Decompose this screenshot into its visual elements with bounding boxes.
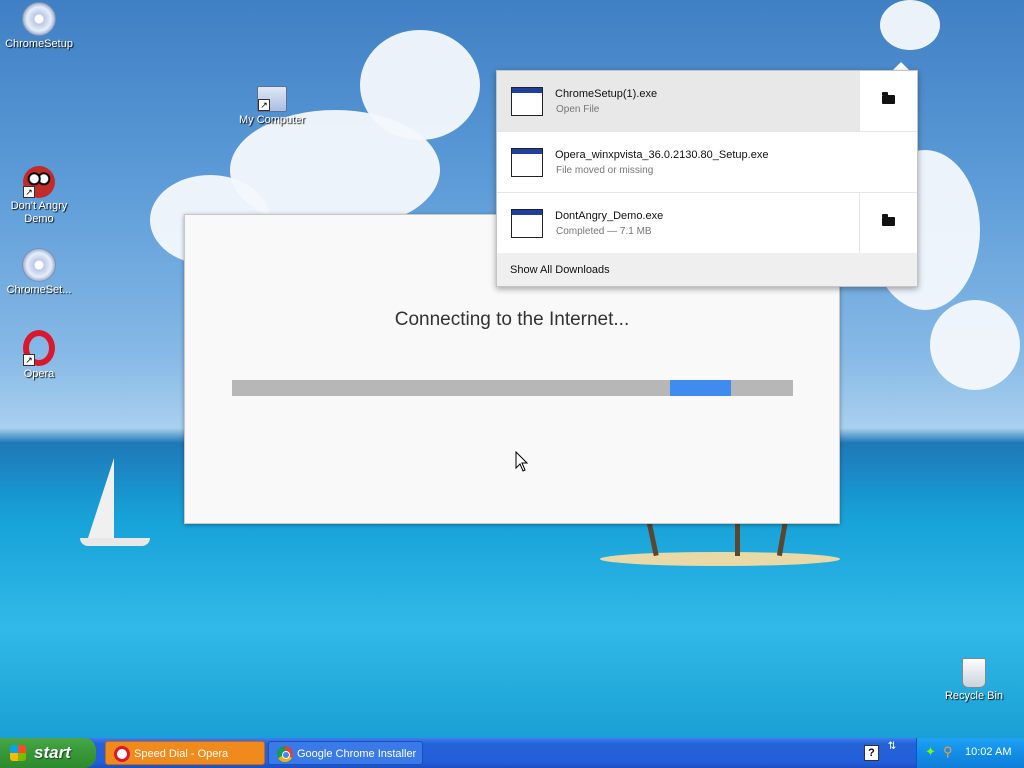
system-tray: ✦ ⚲ 10:02 AM xyxy=(916,738,1024,768)
executable-file-icon xyxy=(511,148,543,177)
desktop-icon-chromesetup[interactable]: ChromeSetup xyxy=(0,2,78,51)
folder-icon xyxy=(882,92,895,104)
desktop[interactable]: ChromeSetup ↗ My Computer ↗ Don't Angry … xyxy=(0,0,1024,738)
download-status: Open File xyxy=(556,104,600,115)
installer-cd-icon xyxy=(22,2,56,36)
desktop-icon-label: ChromeSetup xyxy=(5,38,73,50)
download-filename: ChromeSetup(1).exe xyxy=(555,88,658,100)
desktop-icon-label: Recycle Bin xyxy=(944,690,1004,702)
desktop-icon-opera[interactable]: ↗ Opera xyxy=(0,330,78,381)
executable-file-icon xyxy=(511,209,543,238)
desktop-icon-label: ChromeSet... xyxy=(6,284,72,296)
wallpaper-sailboat xyxy=(88,458,114,538)
desktop-icon-recycle-bin[interactable]: Recycle Bin xyxy=(935,658,1013,703)
shortcut-arrow-icon: ↗ xyxy=(23,354,35,366)
desktop-icon-label: My Computer xyxy=(238,114,306,126)
wallpaper-cloud xyxy=(880,0,940,50)
help-icon[interactable]: ? xyxy=(864,745,879,761)
download-item-open-area[interactable]: Opera_winxpvista_36.0.2130.80_Setup.exe … xyxy=(497,132,917,192)
recycle-bin-icon xyxy=(962,658,986,688)
installer-progress-bar xyxy=(232,380,793,396)
taskbar-button-chrome-installer[interactable]: Google Chrome Installer xyxy=(268,741,423,765)
folder-icon xyxy=(882,214,895,226)
language-bar-icon[interactable]: ⇅ xyxy=(885,742,899,762)
wallpaper-cloud xyxy=(930,300,1020,390)
downloads-panel: ChromeSetup(1).exe Open File Opera_winxp… xyxy=(496,70,918,287)
download-item[interactable]: Opera_winxpvista_36.0.2130.80_Setup.exe … xyxy=(497,132,917,193)
desktop-icon-dont-angry-demo[interactable]: ↗ Don't Angry Demo xyxy=(0,166,78,226)
taskbar-button-label: Speed Dial - Opera xyxy=(134,748,229,760)
download-filename: Opera_winxpvista_36.0.2130.80_Setup.exe xyxy=(555,149,769,161)
desktop-icon-my-computer[interactable]: ↗ My Computer xyxy=(233,86,311,127)
wallpaper-sailboat-hull xyxy=(80,538,150,546)
executable-file-icon xyxy=(511,87,543,116)
chrome-icon xyxy=(277,746,293,762)
start-button[interactable]: start xyxy=(0,738,96,768)
opera-icon xyxy=(114,746,130,762)
installer-status-message: Connecting to the Internet... xyxy=(394,309,630,330)
download-status: File moved or missing xyxy=(556,165,654,176)
taskbar: start Speed Dial - Opera Google Chrome I… xyxy=(0,738,1024,768)
installer-progress-indicator xyxy=(670,380,731,396)
desktop-icon-chromesetup-2[interactable]: ChromeSet... xyxy=(0,248,78,297)
desktop-icon-label: Don't Angry Demo xyxy=(10,200,68,225)
taskbar-button-opera[interactable]: Speed Dial - Opera xyxy=(105,741,265,765)
download-status: Completed — 7.1 MB xyxy=(556,226,652,237)
installer-cd-icon xyxy=(22,248,56,282)
wallpaper-palm xyxy=(646,519,659,557)
show-in-folder-button[interactable] xyxy=(859,71,917,131)
clock[interactable]: 10:02 AM xyxy=(965,746,1011,758)
wallpaper-palm xyxy=(776,519,789,557)
download-filename: DontAngry_Demo.exe xyxy=(555,210,664,222)
download-item-open-area[interactable]: ChromeSetup(1).exe Open File xyxy=(497,71,859,131)
shortcut-arrow-icon: ↗ xyxy=(258,99,270,111)
wallpaper-palm xyxy=(735,520,740,556)
show-all-downloads-link[interactable]: Show All Downloads xyxy=(510,264,610,276)
mouse-cursor-icon xyxy=(515,451,529,472)
download-item[interactable]: ChromeSetup(1).exe Open File xyxy=(497,71,917,132)
network-tray-icon[interactable]: ✦ xyxy=(925,745,939,759)
windows-logo-icon xyxy=(10,745,26,761)
shortcut-arrow-icon: ↗ xyxy=(23,186,35,198)
download-item-open-area[interactable]: DontAngry_Demo.exe Completed — 7.1 MB xyxy=(497,193,859,253)
start-label: start xyxy=(34,743,71,762)
download-item[interactable]: DontAngry_Demo.exe Completed — 7.1 MB xyxy=(497,193,917,253)
opera-icon: ↗ xyxy=(23,330,55,366)
computer-icon: ↗ xyxy=(257,86,287,112)
search-tray-icon[interactable]: ⚲ xyxy=(943,745,957,759)
angry-bird-icon: ↗ xyxy=(23,166,55,198)
downloads-footer: Show All Downloads xyxy=(497,253,917,286)
show-in-folder-button[interactable] xyxy=(859,193,917,253)
taskbar-button-label: Google Chrome Installer xyxy=(297,748,417,760)
wallpaper-island xyxy=(600,552,840,566)
desktop-icon-label: Opera xyxy=(23,368,55,380)
